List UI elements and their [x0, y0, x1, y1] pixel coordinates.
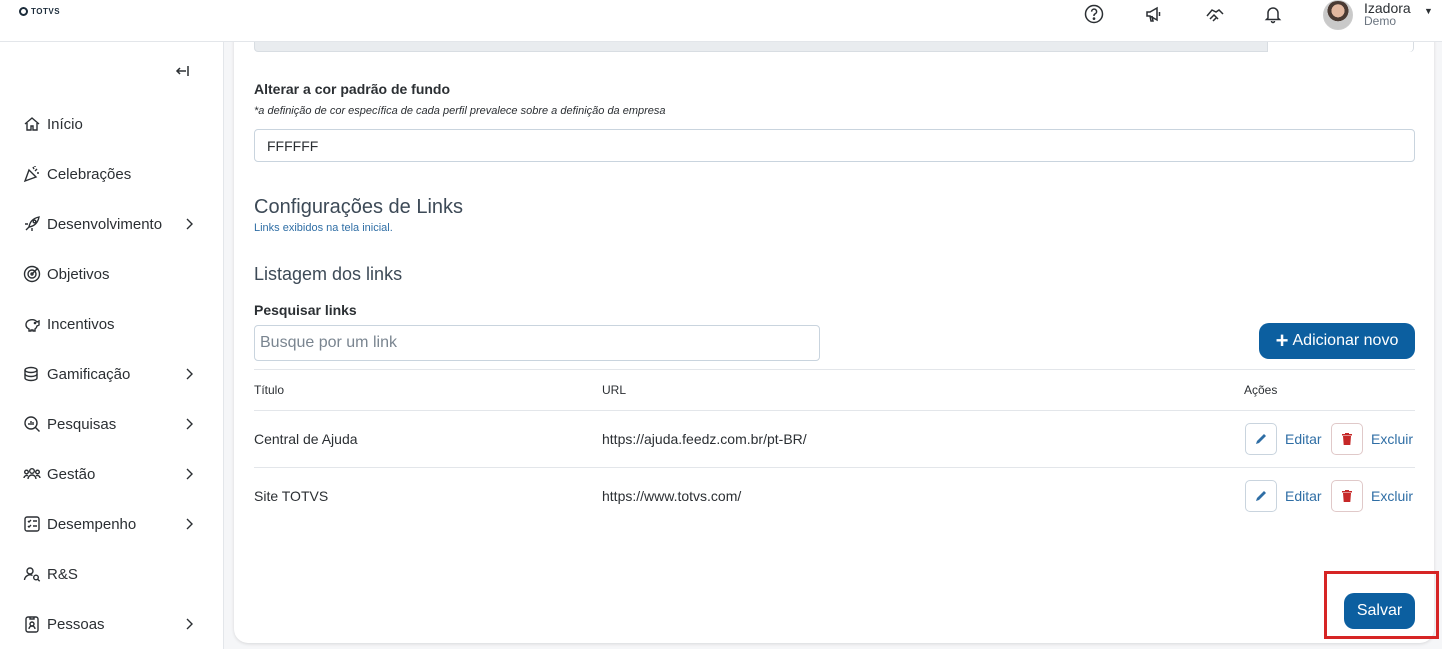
- links-config-subtitle: Links exibidos na tela inicial.: [254, 222, 393, 234]
- logo-text: TOTVS: [31, 7, 61, 16]
- sidebar-item-label: Pesquisas: [47, 415, 117, 433]
- target-icon: [22, 265, 41, 284]
- plus-icon: +: [1275, 328, 1289, 353]
- sidebar-item-desenvolvimento[interactable]: Desenvolvimento: [22, 210, 202, 238]
- sidebar-item-label: Desenvolvimento: [47, 215, 163, 233]
- column-header-title: Título: [254, 383, 285, 397]
- user-role: Demo: [1364, 14, 1397, 28]
- delete-button[interactable]: [1331, 480, 1363, 512]
- table-header-row: Título URL Ações: [254, 369, 1415, 410]
- megaphone-icon[interactable]: [1143, 3, 1165, 25]
- column-header-actions: Ações: [1244, 383, 1278, 397]
- sidebar-item-label: Objetivos: [47, 265, 110, 283]
- sidebar-item-rs[interactable]: R&S: [22, 560, 202, 588]
- search-input[interactable]: Busque por um link: [254, 325, 820, 361]
- links-table: Título URL Ações Central de Ajuda https:…: [254, 369, 1415, 524]
- sidebar-item-gamificacao[interactable]: Gamificação: [22, 360, 202, 388]
- bg-color-label: Alterar a cor padrão de fundo: [254, 81, 451, 97]
- edit-link[interactable]: Editar: [1285, 488, 1322, 504]
- delete-button[interactable]: [1331, 423, 1363, 455]
- edit-button[interactable]: [1245, 423, 1277, 455]
- sidebar-item-pessoas[interactable]: Pessoas: [22, 610, 202, 638]
- help-icon[interactable]: [1083, 3, 1105, 25]
- chevron-right-icon: [184, 466, 194, 482]
- sidebar-item-label: R&S: [47, 565, 78, 583]
- sidebar: Início Celebrações Desenvolvimento Objet…: [0, 42, 224, 649]
- delete-link[interactable]: Excluir: [1371, 431, 1413, 447]
- sidebar-item-gestao[interactable]: Gestão: [22, 460, 202, 488]
- checklist-icon: [22, 515, 41, 534]
- link-title: Site TOTVS: [254, 488, 329, 504]
- sidebar-item-label: Início: [47, 115, 83, 133]
- avatar: [1323, 0, 1353, 30]
- collapse-sidebar-icon[interactable]: [171, 62, 191, 80]
- links-config-title: Configurações de Links: [254, 196, 464, 218]
- coins-icon: [22, 365, 41, 384]
- delete-link[interactable]: Excluir: [1371, 488, 1413, 504]
- trash-icon: [1342, 490, 1352, 502]
- settings-card: Alterar a cor padrão de fundo *a definiç…: [234, 20, 1434, 643]
- user-search-icon: [22, 565, 41, 584]
- table-row: Central de Ajuda https://ajuda.feedz.com…: [254, 410, 1415, 467]
- piggy-bank-icon: [22, 315, 41, 334]
- sidebar-item-incentivos[interactable]: Incentivos: [22, 310, 202, 338]
- sidebar-item-label: Desempenho: [47, 515, 137, 533]
- link-title: Central de Ajuda: [254, 431, 358, 447]
- search-links-label: Pesquisar links: [254, 302, 357, 318]
- totvs-logo[interactable]: TOTVS: [19, 7, 60, 16]
- home-icon: [22, 115, 41, 134]
- trash-icon: [1342, 433, 1352, 445]
- link-url: https://ajuda.feedz.com.br/pt-BR/: [602, 431, 807, 447]
- link-url: https://www.totvs.com/: [602, 488, 742, 504]
- chevron-right-icon: [184, 366, 194, 382]
- chevron-right-icon: [184, 616, 194, 632]
- table-row: Site TOTVS https://www.totvs.com/ Editar…: [254, 467, 1415, 524]
- chevron-right-icon: [184, 416, 194, 432]
- chevron-right-icon: [184, 216, 194, 232]
- top-bar: TOTVS Izadora Demo ▼: [0, 0, 1442, 42]
- sidebar-item-label: Gestão: [47, 465, 96, 483]
- sidebar-item-objetivos[interactable]: Objetivos: [22, 260, 202, 288]
- column-header-url: URL: [602, 383, 627, 397]
- bell-icon[interactable]: [1262, 3, 1284, 25]
- edit-button[interactable]: [1245, 480, 1277, 512]
- party-icon: [22, 165, 41, 184]
- chevron-right-icon: [184, 516, 194, 532]
- id-badge-icon: [22, 615, 41, 634]
- add-link-button-label: Adicionar novo: [1292, 332, 1399, 349]
- logo-mark-icon: [19, 7, 28, 16]
- pencil-icon: [1256, 491, 1266, 501]
- people-icon: [22, 465, 41, 484]
- sidebar-item-desempenho[interactable]: Desempenho: [22, 510, 202, 538]
- edit-link[interactable]: Editar: [1285, 431, 1322, 447]
- handshake-icon[interactable]: [1204, 3, 1226, 25]
- add-link-button[interactable]: + Adicionar novo: [1259, 323, 1415, 359]
- save-button[interactable]: Salvar: [1344, 593, 1415, 629]
- bg-color-input[interactable]: FFFFFF: [254, 129, 1415, 162]
- rocket-icon: [22, 215, 41, 234]
- user-menu[interactable]: Izadora Demo ▼: [1323, 0, 1433, 30]
- sidebar-item-label: Incentivos: [47, 315, 115, 333]
- bg-color-hint: *a definição de cor específica de cada p…: [254, 105, 666, 117]
- sidebar-item-label: Pessoas: [47, 615, 105, 633]
- sidebar-item-inicio[interactable]: Início: [22, 110, 202, 138]
- sidebar-item-pesquisas[interactable]: Pesquisas: [22, 410, 202, 438]
- sidebar-item-celebracoes[interactable]: Celebrações: [22, 160, 202, 188]
- pencil-icon: [1256, 434, 1266, 444]
- search-chart-icon: [22, 415, 41, 434]
- sidebar-item-label: Gamificação: [47, 365, 131, 383]
- links-listing-title: Listagem dos links: [254, 264, 403, 284]
- caret-down-icon[interactable]: ▼: [1424, 6, 1433, 16]
- sidebar-item-label: Celebrações: [47, 165, 132, 183]
